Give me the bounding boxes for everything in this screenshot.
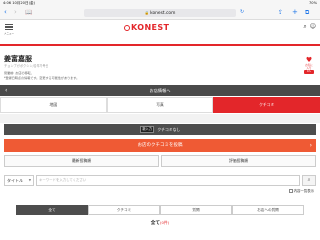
nav-item[interactable]: エステ — [191, 43, 208, 44]
nav-item-home[interactable]: ホーム — [0, 43, 17, 44]
search-input[interactable]: キーワードを入力してください — [36, 175, 300, 186]
tab-all[interactable]: 全て — [16, 205, 88, 215]
category-tabs: 全て クチコミ 質問 お店への質問 — [16, 205, 304, 215]
lock-icon: 🔒 — [144, 11, 150, 15]
review-filter-checkbox[interactable] — [288, 188, 293, 193]
shop-subtitle: チョンブガボクシン/강부가복신 — [4, 64, 49, 68]
no-reviews-banner: 新入力 クチコミなし — [4, 124, 316, 135]
url-text: konest.com — [150, 11, 176, 16]
nav-item[interactable]: 総合案内 — [269, 43, 290, 44]
nav-item[interactable]: 公演チケット — [240, 43, 269, 44]
chevron-left-icon: ‹ — [5, 87, 8, 94]
forward-icon[interactable]: › — [14, 8, 17, 17]
dropdown-arrow-icon: ▼ — [28, 178, 31, 182]
shop-disclaimer: *登録日時点の情報です。変更する可能性があります。 — [4, 75, 80, 80]
header-icons: ⌕ ☺ — [300, 23, 316, 31]
search-type-select[interactable]: タイトル ▼ — [4, 175, 34, 186]
tab-map[interactable]: 地図 — [0, 97, 107, 113]
site-logo[interactable]: KONEST — [124, 23, 169, 32]
nav-item[interactable]: ホテル予約 — [17, 43, 42, 44]
user-icon[interactable]: ☺ — [310, 23, 316, 30]
review-search: タイトル ▼ キーワードを入力してください ⌕ — [4, 175, 316, 186]
shop-info-link[interactable]: ‹ お店情報へ — [0, 85, 320, 96]
result-label: 全て — [150, 221, 160, 226]
result-count: 全て(0件) — [0, 219, 320, 227]
nav-item[interactable]: クーポン — [66, 43, 87, 44]
detail-tabs: 地図 写真 クチコミ — [0, 97, 320, 113]
nav-item[interactable]: 基本情報 — [153, 43, 174, 44]
share-icon[interactable]: ⇪ — [278, 8, 283, 17]
heart-icon: ♥ — [305, 56, 313, 64]
tab-photos[interactable]: 写真 — [106, 97, 214, 113]
divider — [0, 114, 320, 123]
browser-toolbar: ‹ › 📖 🔒konest.com ↻ ⇪ + ⧉ — [0, 6, 320, 20]
bookmarks-icon[interactable]: 📖 — [25, 8, 32, 17]
shop-name: 姜富嘉服 — [4, 55, 32, 63]
tab-reviews-only[interactable]: クチコミ — [88, 205, 160, 215]
category-nav: ホームホテル予約ツアー予約クーポングルメショップ観光スポット基本情報エリアエステ… — [0, 35, 320, 46]
section-title: お店情報へ — [149, 88, 171, 93]
search-icon[interactable]: ⌕ — [303, 23, 306, 30]
nav-item[interactable]: エリア — [174, 43, 191, 44]
nav-item[interactable]: 観光スポット — [124, 43, 153, 44]
nav-item[interactable]: ショップ — [103, 43, 124, 44]
favorite-count: 0人 — [304, 70, 314, 74]
nav-item[interactable]: Wifi — [228, 43, 240, 44]
back-icon[interactable]: ‹ — [4, 8, 7, 17]
search-type-value: タイトル — [7, 178, 23, 183]
sort-buttons: 最新投稿順 評価投稿順 — [4, 155, 316, 167]
tabs-icon[interactable]: ⧉ — [305, 8, 309, 17]
new-tab-icon[interactable]: + — [292, 8, 298, 17]
tab-shop-questions[interactable]: お店への質問 — [232, 205, 304, 215]
nav-item[interactable]: ツアー予約 — [41, 43, 66, 44]
chevron-right-icon: › — [309, 142, 312, 149]
search-button[interactable]: ⌕ — [302, 175, 316, 186]
result-number: (0件) — [160, 220, 170, 225]
shop-info: 姜富嘉服 チョンブガボクシン/강부가복신 閉業前: お店の移転、 *登録日時点の… — [4, 55, 79, 80]
new-badge: 新入力 — [139, 126, 155, 133]
review-filter-label: 内容一覧表示 — [293, 189, 314, 193]
favorite-button[interactable]: ♥ お気に入り 0人 — [304, 57, 314, 74]
write-review-button[interactable]: お店のクチコミを投稿 › — [4, 139, 316, 152]
search-icon: ⌕ — [307, 177, 311, 183]
sort-rating-button[interactable]: 評価投稿順 — [161, 155, 316, 167]
review-filter[interactable]: 内容一覧表示 — [288, 188, 314, 194]
tab-reviews[interactable]: クチコミ — [213, 97, 320, 113]
no-reviews-text: クチコミなし — [157, 127, 181, 132]
write-review-label: お店のクチコミを投稿 — [137, 143, 183, 148]
nav-item[interactable]: グルメ — [87, 43, 104, 44]
address-bar[interactable]: 🔒konest.com — [84, 9, 236, 17]
sort-latest-button[interactable]: 最新投稿順 — [4, 155, 159, 167]
site-header: メニュー KONEST ⌕ ☺ — [0, 20, 320, 35]
menu-icon[interactable]: メニュー — [4, 22, 14, 35]
reload-icon[interactable]: ↻ — [240, 8, 244, 17]
tab-questions[interactable]: 質問 — [160, 205, 232, 215]
nav-item[interactable]: 美容医療 — [207, 43, 228, 44]
